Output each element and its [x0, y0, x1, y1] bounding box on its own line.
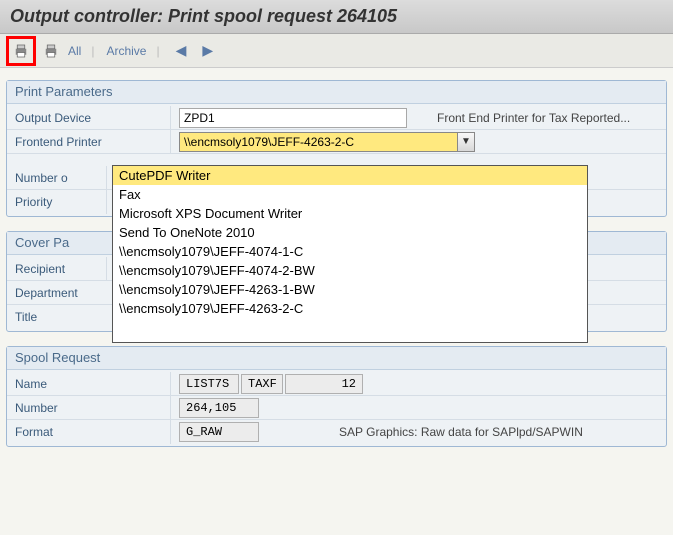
output-device-row: Output Device Front End Printer for Tax … — [7, 106, 666, 130]
output-device-input[interactable] — [179, 108, 407, 128]
spool-number-label: Number — [7, 396, 171, 419]
spool-request-title: Spool Request — [7, 347, 666, 370]
spool-format-description: SAP Graphics: Raw data for SAPlpd/SAPWIN — [339, 425, 583, 439]
spool-format-row: Format G_RAW SAP Graphics: Raw data for … — [7, 420, 666, 444]
spool-name-label: Name — [7, 372, 171, 395]
print-all-button[interactable] — [40, 40, 62, 62]
dropdown-item[interactable]: Send To OneNote 2010 — [113, 223, 587, 242]
frontend-printer-dropdown-list: CutePDF Writer Fax Microsoft XPS Documen… — [112, 165, 588, 343]
printer-icon — [42, 42, 60, 60]
number-of-label: Number o — [7, 166, 107, 189]
priority-label: Priority — [7, 190, 107, 214]
chevron-down-icon: ▼ — [461, 136, 471, 147]
toolbar-separator: | — [91, 44, 94, 58]
dropdown-item[interactable]: \\encmsoly1079\JEFF-4263-1-BW — [113, 280, 587, 299]
dropdown-item[interactable]: CutePDF Writer — [113, 166, 587, 185]
print-parameters-title: Print Parameters — [7, 81, 666, 104]
recipient-label: Recipient — [7, 257, 107, 280]
dropdown-item[interactable]: \\encmsoly1079\JEFF-4263-2-C — [113, 299, 587, 318]
print-all-label[interactable]: All — [68, 44, 81, 58]
spool-format-label: Format — [7, 420, 171, 444]
frontend-printer-label: Frontend Printer — [7, 130, 171, 153]
spool-request-group: Spool Request Name LIST7S TAXF 12 Number… — [6, 346, 667, 447]
dropdown-item[interactable]: Microsoft XPS Document Writer — [113, 204, 587, 223]
archive-button[interactable]: Archive — [106, 44, 146, 58]
dropdown-item[interactable]: \\encmsoly1079\JEFF-4074-2-BW — [113, 261, 587, 280]
spool-name-row: Name LIST7S TAXF 12 — [7, 372, 666, 396]
next-button[interactable]: ▶ — [196, 42, 219, 59]
toolbar: All | Archive | ◀ ▶ — [0, 34, 673, 68]
toolbar-separator: | — [156, 44, 159, 58]
frontend-printer-row: Frontend Printer ▼ — [7, 130, 666, 154]
spool-name-part3: 12 — [285, 374, 363, 394]
dropdown-item[interactable]: \\encmsoly1079\JEFF-4074-1-C — [113, 242, 587, 261]
print-button-highlight — [6, 36, 36, 66]
spool-number-value: 264,105 — [179, 398, 259, 418]
printer-icon — [12, 42, 30, 60]
print-button[interactable] — [10, 40, 32, 62]
spool-name-part1: LIST7S — [179, 374, 239, 394]
frontend-printer-combo[interactable] — [179, 132, 475, 152]
spool-name-part2: TAXF — [241, 374, 283, 394]
spool-format-value: G_RAW — [179, 422, 259, 442]
dropdown-item[interactable]: Fax — [113, 185, 587, 204]
prev-button[interactable]: ◀ — [170, 42, 193, 59]
output-device-description: Front End Printer for Tax Reported... — [437, 111, 630, 125]
spool-number-row: Number 264,105 — [7, 396, 666, 420]
frontend-printer-dropdown-button[interactable]: ▼ — [457, 132, 475, 152]
window-title: Output controller: Print spool request 2… — [0, 0, 673, 34]
output-device-label: Output Device — [7, 106, 171, 129]
